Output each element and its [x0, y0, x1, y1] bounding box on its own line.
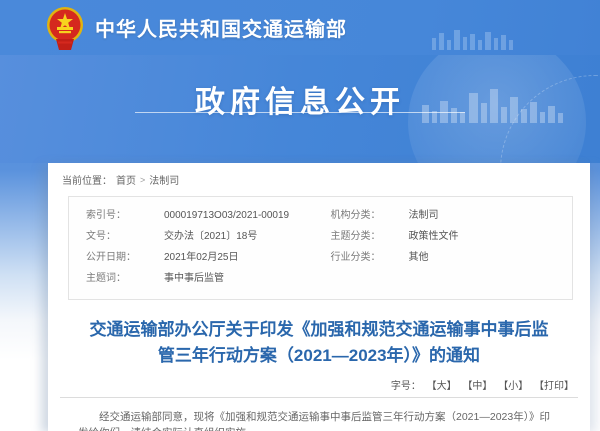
font-size-toolbar: 字号： 【大】 【中】 【小】 【打印】 [48, 377, 574, 392]
meta-value: 交办法〔2021〕18号 [164, 231, 258, 242]
meta-value: 政策性文件 [408, 231, 459, 242]
meta-row-keywords: 主题词： 事中事后监管 [69, 268, 321, 289]
meta-row-topic-category: 主题分类： 政策性文件 [321, 226, 573, 247]
document-body-paragraph: 经交通运输部同意，现将《加强和规范交通运输事中事后监管三年行动方案（2021—2… [78, 411, 550, 431]
meta-label: 文号： [86, 231, 116, 242]
site-header: 中华人民共和国交通运输部 [0, 0, 600, 55]
document-title: 交通运输部办公厅关于印发《加强和规范交通运输事中事后监管三年行动方案（2021—… [89, 320, 549, 365]
font-size-small-button[interactable]: 【小】 [498, 381, 528, 392]
meta-value: 事中事后监管 [164, 273, 224, 284]
breadcrumb-section-link[interactable]: 法制司 [149, 172, 179, 187]
breadcrumb: 当前位置： 首页 > 法制司 [48, 163, 590, 188]
meta-value: 2021年02月25日 [164, 252, 239, 263]
meta-value: 法制司 [408, 210, 439, 221]
meta-column-right: 机构分类： 法制司 主题分类： 政策性文件 行业分类： 其他 [321, 205, 573, 289]
breadcrumb-home-link[interactable]: 首页 [116, 172, 136, 187]
page-banner: 政府信息公开 [0, 55, 600, 163]
meta-row-index-number: 索引号： 000019713O03/2021-00019 [69, 205, 321, 226]
site-title: 中华人民共和国交通运输部 [95, 19, 347, 41]
font-size-label: 字号： [390, 381, 421, 392]
breadcrumb-label: 当前位置： [62, 176, 112, 187]
banner-underline [135, 112, 465, 113]
meta-label: 公开日期： [86, 252, 136, 263]
national-emblem-icon [47, 6, 83, 50]
meta-row-doc-number: 文号： 交办法〔2021〕18号 [69, 226, 321, 247]
meta-label: 机构分类： [330, 210, 381, 221]
font-size-medium-button[interactable]: 【中】 [462, 381, 492, 392]
meta-label: 索引号： [86, 210, 126, 221]
meta-value: 其他 [408, 252, 429, 263]
meta-label: 行业分类： [330, 252, 381, 263]
breadcrumb-separator: > [140, 174, 146, 185]
content-panel: 当前位置： 首页 > 法制司 索引号： 000019713O03/2021-00… [48, 163, 590, 431]
meta-row-publish-date: 公开日期： 2021年02月25日 [69, 247, 321, 268]
print-button[interactable]: 【打印】 [534, 381, 574, 392]
font-size-large-button[interactable]: 【大】 [427, 381, 457, 392]
document-meta-table: 索引号： 000019713O03/2021-00019 文号： 交办法〔202… [68, 196, 573, 300]
meta-label: 主题分类： [330, 231, 381, 242]
meta-column-left: 索引号： 000019713O03/2021-00019 文号： 交办法〔202… [69, 205, 321, 289]
meta-row-industry-category: 行业分类： 其他 [321, 247, 573, 268]
meta-label: 主题词： [86, 273, 126, 284]
meta-row-org-category: 机构分类： 法制司 [321, 205, 573, 226]
title-divider [60, 397, 578, 398]
banner-title: 政府信息公开 [195, 86, 405, 119]
header-skyline-decoration [432, 30, 513, 50]
meta-value: 000019713O03/2021-00019 [164, 210, 290, 221]
